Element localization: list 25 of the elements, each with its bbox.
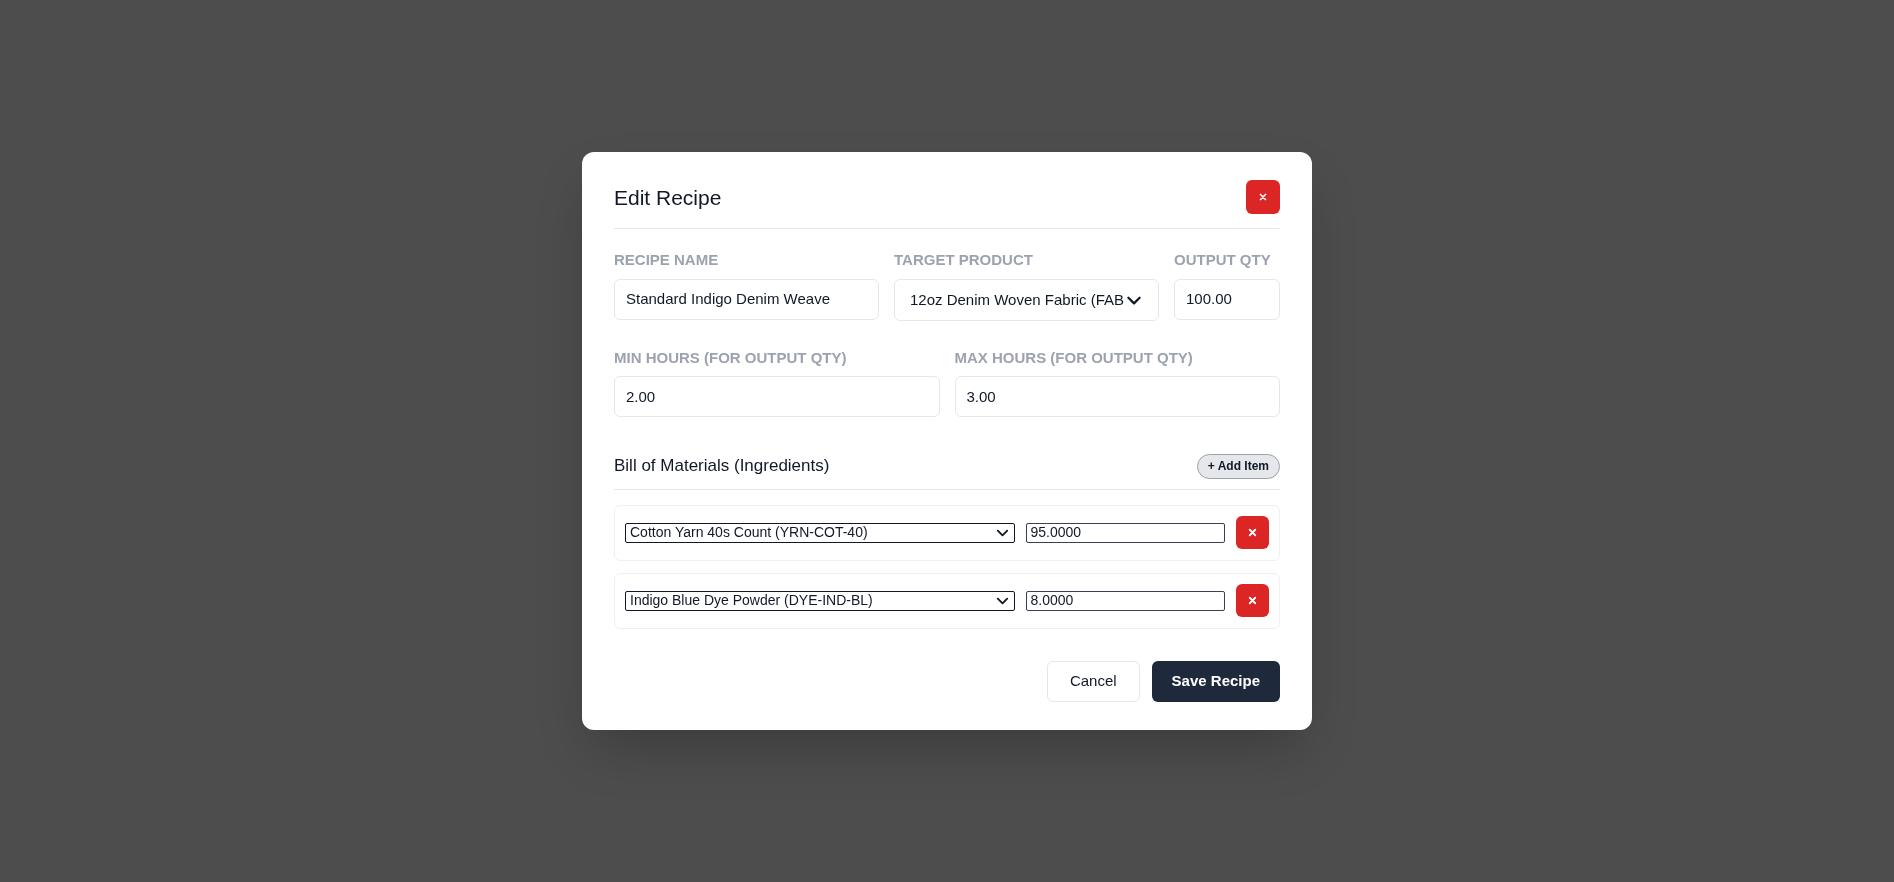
material-select[interactable]: Indigo Blue Dye Powder (DYE-IND-BL) — [625, 590, 1016, 611]
save-button[interactable]: Save Recipe — [1151, 660, 1280, 702]
input-field[interactable]: 3.00 — [954, 376, 1280, 418]
input-field[interactable]: 2.00 — [614, 376, 940, 418]
field-label: MAX HOURS (FOR OUTPUT QTY) — [954, 347, 1194, 368]
remove-button[interactable] — [1236, 584, 1269, 618]
quantity-field[interactable]: 8.0000 — [1026, 590, 1226, 611]
quantity-field[interactable]: 95.0000 — [1026, 522, 1226, 543]
cancel-button[interactable]: Cancel — [1046, 660, 1140, 702]
field-label: RECIPE NAME — [614, 250, 720, 271]
add-item-button[interactable]: + Add Item — [1196, 453, 1280, 479]
input-field[interactable]: 100.00 — [1174, 278, 1280, 320]
field-label: OUTPUT QTY — [1174, 250, 1272, 271]
input-field[interactable]: Standard Indigo Denim Weave — [614, 278, 879, 320]
dialog-title: Edit Recipe — [614, 184, 722, 211]
section-title: Bill of Materials (Ingredients) — [614, 455, 830, 478]
field-label: TARGET PRODUCT — [894, 250, 1034, 271]
product-select[interactable]: 12oz Denim Woven Fabric (FAB — [894, 278, 1159, 321]
close-button[interactable] — [1246, 180, 1280, 215]
remove-button[interactable] — [1236, 516, 1269, 550]
close-icon — [1247, 527, 1259, 539]
close-icon — [1258, 192, 1268, 203]
close-icon — [1247, 595, 1259, 607]
field-label: MIN HOURS (FOR OUTPUT QTY) — [614, 347, 848, 368]
material-select[interactable]: Cotton Yarn 40s Count (YRN-COT-40) — [625, 522, 1016, 543]
